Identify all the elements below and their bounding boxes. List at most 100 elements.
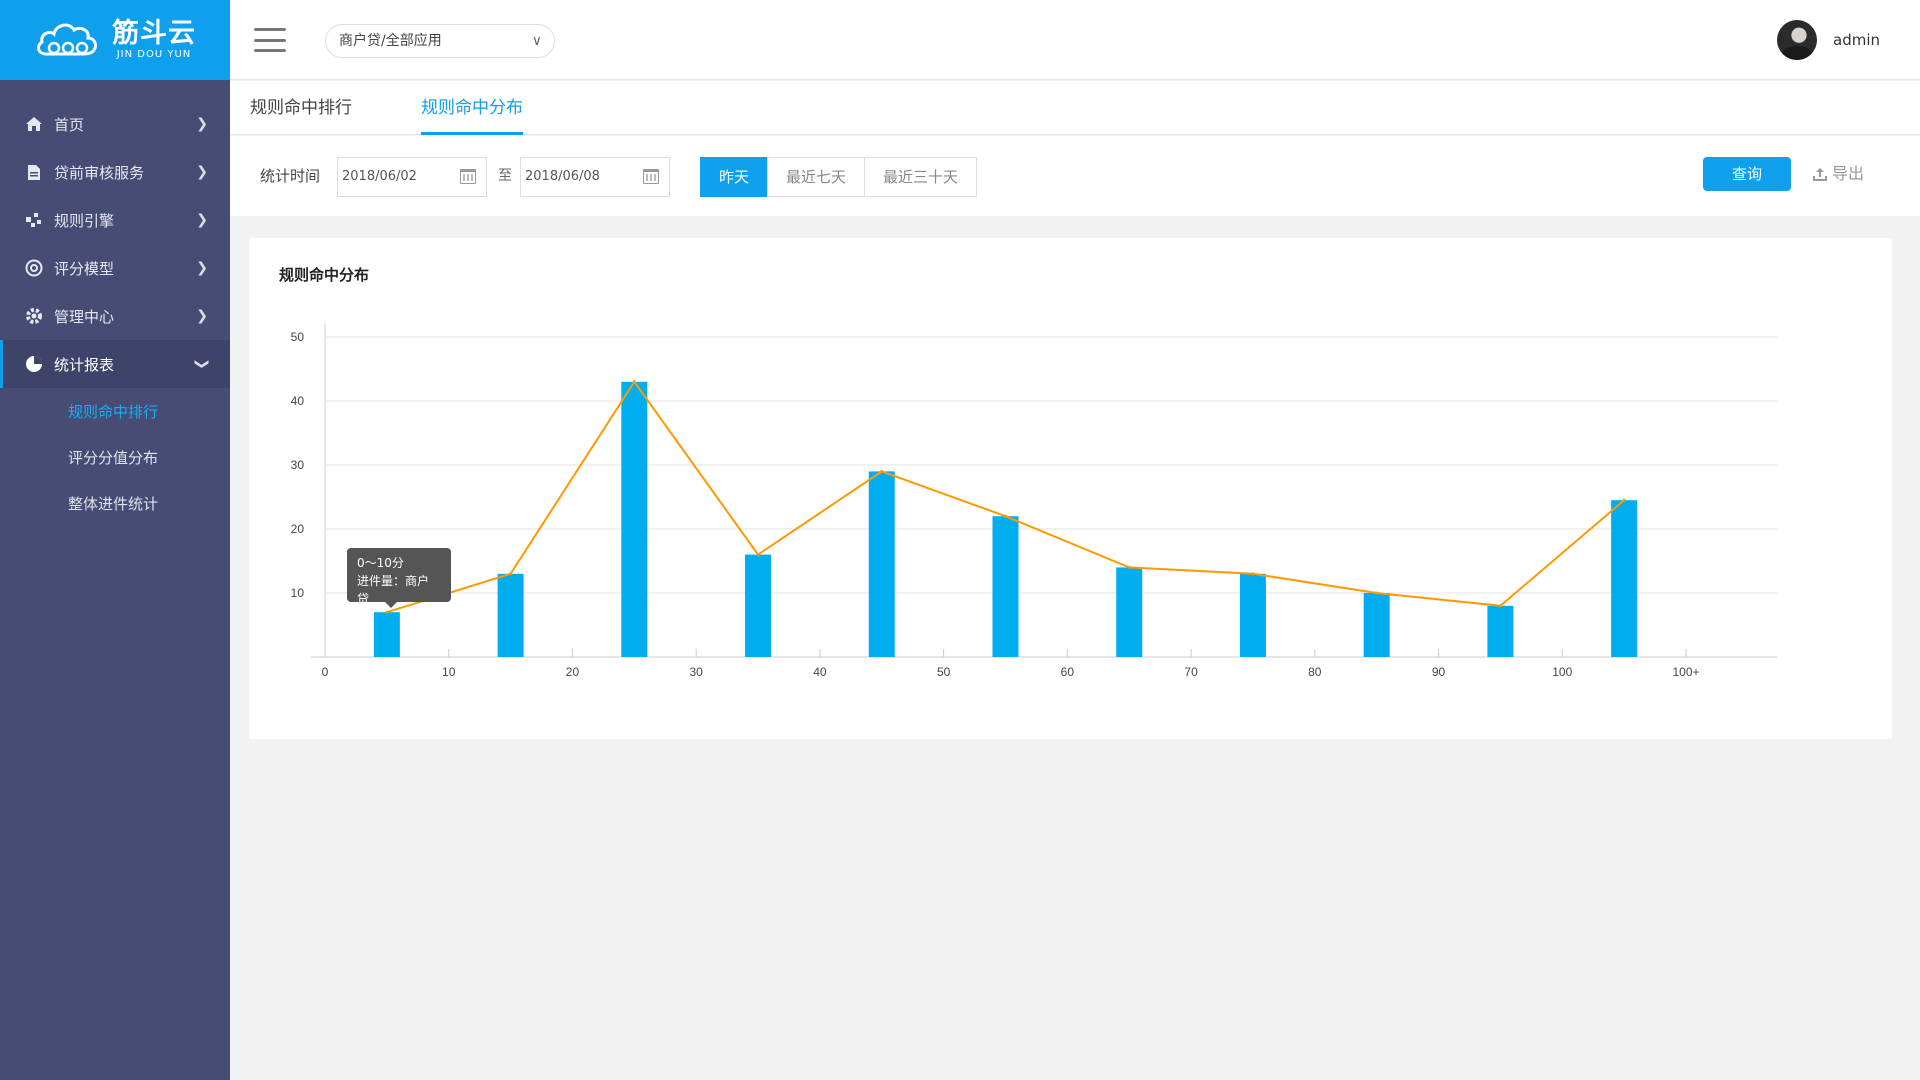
x-tick-label: 20 [566,665,580,679]
date-range-separator: 至 [498,168,512,184]
chevron-right-icon: ❯ [196,164,208,180]
x-tick-label: 10 [442,665,456,679]
sidebar-item-label: 管理中心 [54,307,115,326]
x-tick-label: 90 [1432,665,1446,679]
user-menu[interactable]: admin [1777,20,1880,60]
quick-30days-button[interactable]: 最近三十天 [864,157,978,197]
tooltip-title: 0～10分 [357,556,404,570]
sidebar-item-management[interactable]: 管理中心 ❯ [0,292,230,340]
chart-bar [1611,500,1638,657]
sidebar-item-home[interactable]: 首页 ❯ [0,100,230,148]
chart-point [1004,514,1007,518]
chart-bar [1363,593,1390,657]
chart-point [880,469,884,473]
query-button[interactable]: 查询 [1703,157,1791,191]
y-tick-label: 20 [291,522,305,536]
x-tick-label: 50 [937,665,951,679]
sidebar-item-reports[interactable]: 统计报表 ❯ [0,340,230,388]
chart-point [385,610,389,614]
chart-bar [373,612,400,657]
tab-rule-hit-distribution[interactable]: 规则命中分布 [411,81,533,135]
chart-point [1375,591,1379,595]
filter-bar: 统计时间 2018/06/02 至 2018/06/08 昨天 最近七天 最近三… [230,136,1920,216]
x-tick-label: 0 [322,665,329,679]
chevron-down-icon: ❯ [194,358,211,370]
x-tick-label: 60 [1061,665,1075,679]
pie-chart-icon [24,354,44,374]
chart-bar [1116,567,1143,657]
username: admin [1833,31,1880,49]
chart-bar [1487,605,1514,657]
export-button[interactable]: 导出 [1812,157,1864,191]
avatar [1777,20,1817,60]
menu-toggle-icon[interactable] [254,28,286,52]
sidebar-subitem-rule-hit-ranking[interactable]: 规则命中排行 [0,388,230,434]
sidebar-subitem-overall-stats[interactable]: 整体进件统计 [0,480,230,526]
chart-bar [745,554,772,657]
page-tabs: 规则命中排行 规则命中分布 [230,81,1920,135]
chart-point [1498,604,1502,608]
target-icon [24,258,44,278]
quick-yesterday-button[interactable]: 昨天 [700,157,768,197]
export-label: 导出 [1832,164,1865,183]
distribution-chart: 10 20 30 40 50 0 10 20 30 40 50 60 70 80 90 100 100+ [291,324,1777,679]
sidebar: 筋斗云 JIN DOU YUN 首页 ❯ 贷前审核服务 ❯ 规则引擎 ❯ 评分模… [0,0,230,1080]
y-tick-label: 50 [291,330,305,344]
chevron-right-icon: ❯ [196,116,208,132]
app-select-dropdown[interactable]: 商户贷/全部应用 ∨ [325,24,555,58]
x-tick-label: 100 [1552,665,1572,679]
chart-bar [621,381,648,657]
quick-7days-button[interactable]: 最近七天 [767,157,866,197]
chart-point [756,553,760,557]
chart-bar [868,471,895,657]
sidebar-item-label: 评分模型 [54,259,115,278]
sidebar-item-label: 首页 [54,115,85,134]
sidebar-item-preloan[interactable]: 贷前审核服务 ❯ [0,148,230,196]
chart-card: 规则命中分布 10 20 30 40 50 0 10 20 30 40 50 60 70 80 90 100 1… [249,238,1892,739]
sidebar-nav: 首页 ❯ 贷前审核服务 ❯ 规则引擎 ❯ 评分模型 ❯ 管理中心 ❯ 统计报表 … [0,80,230,526]
chart-bar [992,516,1019,657]
sidebar-item-label: 统计报表 [54,355,115,374]
chart-point [509,572,513,576]
sidebar-item-label: 规则引擎 [54,211,115,230]
cloud-logo-icon [37,23,97,56]
start-date-value: 2018/06/02 [342,169,417,184]
app-select-value: 商户贷/全部应用 [339,33,442,49]
nodes-icon [24,210,44,230]
chevron-right-icon: ❯ [196,260,208,276]
brand-name-en: JIN DOU YUN [116,49,192,60]
chart-point [1127,565,1131,569]
brand-logo[interactable]: 筋斗云 JIN DOU YUN [0,0,230,80]
document-icon [24,162,44,182]
x-tick-label: 40 [813,665,827,679]
stat-time-label: 统计时间 [260,167,321,185]
end-date-value: 2018/06/08 [525,169,600,184]
end-date-input[interactable]: 2018/06/08 [520,157,670,197]
chart-tooltip: 0～10分 进件量：商户贷 [347,548,451,608]
x-tick-label: 80 [1308,665,1322,679]
chart-bar [1239,573,1266,657]
top-header: 商户贷/全部应用 ∨ admin [230,0,1920,80]
chevron-down-icon: ∨ [531,33,542,49]
gear-icon [24,306,44,326]
y-tick-label: 30 [291,458,305,472]
tab-rule-hit-ranking[interactable]: 规则命中排行 [250,81,352,135]
calendar-icon[interactable] [643,169,659,184]
calendar-icon[interactable] [460,169,476,184]
start-date-input[interactable]: 2018/06/02 [337,157,487,197]
x-tick-label: 70 [1184,665,1198,679]
tooltip-label: 进件量： [357,574,406,588]
home-icon [24,114,44,134]
brand-name: 筋斗云 [112,18,196,49]
chart-point [632,380,636,384]
chart-point [1251,572,1255,576]
chevron-right-icon: ❯ [196,212,208,228]
tooltip-body: 进件量：商户贷 [357,572,441,608]
x-tick-label: 30 [690,665,704,679]
sidebar-item-score-model[interactable]: 评分模型 ❯ [0,244,230,292]
y-tick-label: 10 [291,586,305,600]
sidebar-item-label: 贷前审核服务 [54,163,145,182]
sidebar-subitem-score-distribution[interactable]: 评分分值分布 [0,434,230,480]
sidebar-item-rule-engine[interactable]: 规则引擎 ❯ [0,196,230,244]
x-tick-label: 100+ [1672,665,1699,679]
